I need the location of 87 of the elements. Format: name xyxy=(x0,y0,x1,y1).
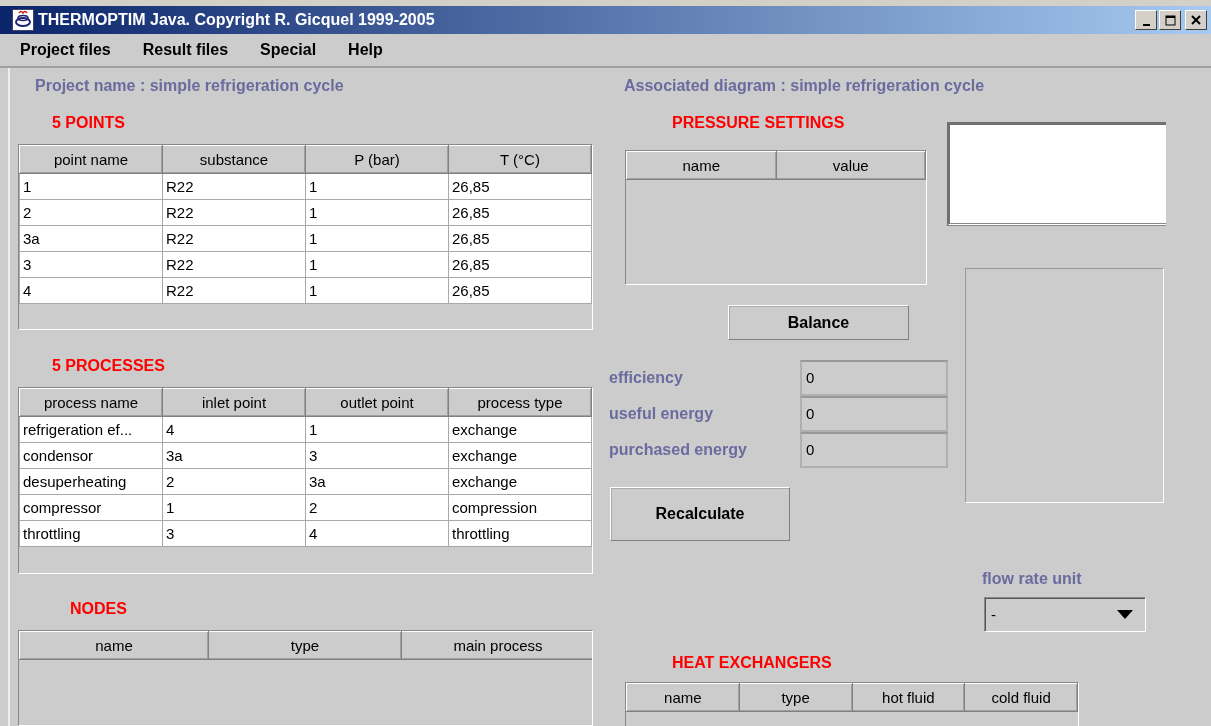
menu-item[interactable]: Special xyxy=(252,41,325,59)
minimize-button[interactable] xyxy=(1135,10,1157,30)
column-header[interactable]: T (°C) xyxy=(448,145,592,174)
table-cell: exchange xyxy=(448,416,592,443)
section-title: 5 POINTS xyxy=(51,113,126,133)
column-header[interactable]: type xyxy=(208,631,402,660)
section-title: NODES xyxy=(69,598,128,619)
table-cell: 1 xyxy=(19,173,163,200)
table-cell: 3a xyxy=(305,468,449,495)
column-header[interactable]: P (bar) xyxy=(305,145,449,174)
close-icon xyxy=(1191,15,1201,25)
menu-item[interactable]: Result files xyxy=(134,41,237,59)
maximize-button[interactable] xyxy=(1159,10,1181,30)
result-label: efficiency xyxy=(608,368,684,388)
diagram-name-label: Associated diagram : simple refrigeration cycle xyxy=(623,76,986,96)
section-title: PRESSURE SETTINGS xyxy=(671,113,846,133)
project-name-label: Project name : simple refrigeration cycle xyxy=(34,76,345,96)
table-cell: exchange xyxy=(448,468,592,495)
table-cell: 1 xyxy=(305,173,449,200)
table-cell: 3 xyxy=(19,251,163,278)
table-cell: R22 xyxy=(162,225,306,252)
table-cell: R22 xyxy=(162,199,306,226)
flow-rate-label: flow rate unit xyxy=(981,569,1083,589)
column-header[interactable]: hot fluid xyxy=(852,683,965,712)
menu-item[interactable]: Project files xyxy=(12,41,119,59)
table-cell: throttling xyxy=(448,520,592,547)
column-header[interactable]: point name xyxy=(19,145,163,174)
table-cell: 3 xyxy=(305,442,449,469)
table-cell: 3a xyxy=(162,442,306,469)
table-cell: 1 xyxy=(305,251,449,278)
table-cell: R22 xyxy=(162,173,306,200)
table-cell: 1 xyxy=(305,416,449,443)
maximize-icon xyxy=(1164,14,1176,26)
table-cell: condensor xyxy=(19,442,163,469)
column-header[interactable]: value xyxy=(776,151,926,180)
table-cell: 3a xyxy=(19,225,163,252)
menu-item[interactable]: Help xyxy=(340,41,391,59)
dropdown-arrow-icon xyxy=(1117,610,1133,619)
section-title: 5 PROCESSES xyxy=(51,356,166,377)
close-button[interactable] xyxy=(1185,10,1207,30)
table-cell: 26,85 xyxy=(448,199,592,226)
recalculate-button[interactable]: Recalculate xyxy=(610,487,790,541)
column-header[interactable]: inlet point xyxy=(162,388,306,417)
table-cell: desuperheating xyxy=(19,468,163,495)
column-header[interactable]: main process xyxy=(401,631,592,660)
table-cell: R22 xyxy=(162,251,306,278)
column-header[interactable]: name xyxy=(626,683,740,712)
table-cell: 1 xyxy=(162,494,306,521)
column-header[interactable]: process type xyxy=(448,388,592,417)
table-cell: compression xyxy=(448,494,592,521)
result-field: 0 xyxy=(800,396,948,432)
column-header[interactable]: type xyxy=(739,683,852,712)
table-cell: 3 xyxy=(162,520,306,547)
table-cell: throttling xyxy=(19,520,163,547)
table-cell: 2 xyxy=(19,199,163,226)
flow-rate-dropdown[interactable]: - xyxy=(984,597,1146,632)
section-title: HEAT EXCHANGERS xyxy=(671,653,833,673)
table-cell: exchange xyxy=(448,442,592,469)
result-field: 0 xyxy=(800,360,948,396)
table-cell: compressor xyxy=(19,494,163,521)
table-cell: 4 xyxy=(162,416,306,443)
table-cell: 26,85 xyxy=(448,173,592,200)
result-label: useful energy xyxy=(608,404,715,424)
table-cell: 1 xyxy=(305,225,449,252)
balance-button[interactable]: Balance xyxy=(728,305,909,340)
table-cell: refrigeration ef... xyxy=(19,416,163,443)
result-label: purchased energy xyxy=(608,440,748,460)
column-header[interactable]: cold fluid xyxy=(964,683,1078,712)
column-header[interactable]: outlet point xyxy=(305,388,449,417)
table-cell: 26,85 xyxy=(448,251,592,278)
result-field: 0 xyxy=(800,432,948,468)
column-header[interactable]: name xyxy=(626,151,776,180)
app-icon xyxy=(12,9,34,31)
column-header[interactable]: substance xyxy=(162,145,306,174)
table-cell: R22 xyxy=(162,277,306,304)
table-cell: 26,85 xyxy=(448,225,592,252)
window-title: THERMOPTIM Java. Copyright R. Gicquel 1999-2005 xyxy=(38,11,436,29)
minimize-icon xyxy=(1142,24,1150,26)
column-header[interactable]: name xyxy=(19,631,209,660)
table-cell: 2 xyxy=(162,468,306,495)
table-cell: 4 xyxy=(19,277,163,304)
table-cell: 2 xyxy=(305,494,449,521)
table-cell: 4 xyxy=(305,520,449,547)
table-cell: 1 xyxy=(305,199,449,226)
table-cell: 1 xyxy=(305,277,449,304)
column-header[interactable]: process name xyxy=(19,388,163,417)
table-cell: 26,85 xyxy=(448,277,592,304)
